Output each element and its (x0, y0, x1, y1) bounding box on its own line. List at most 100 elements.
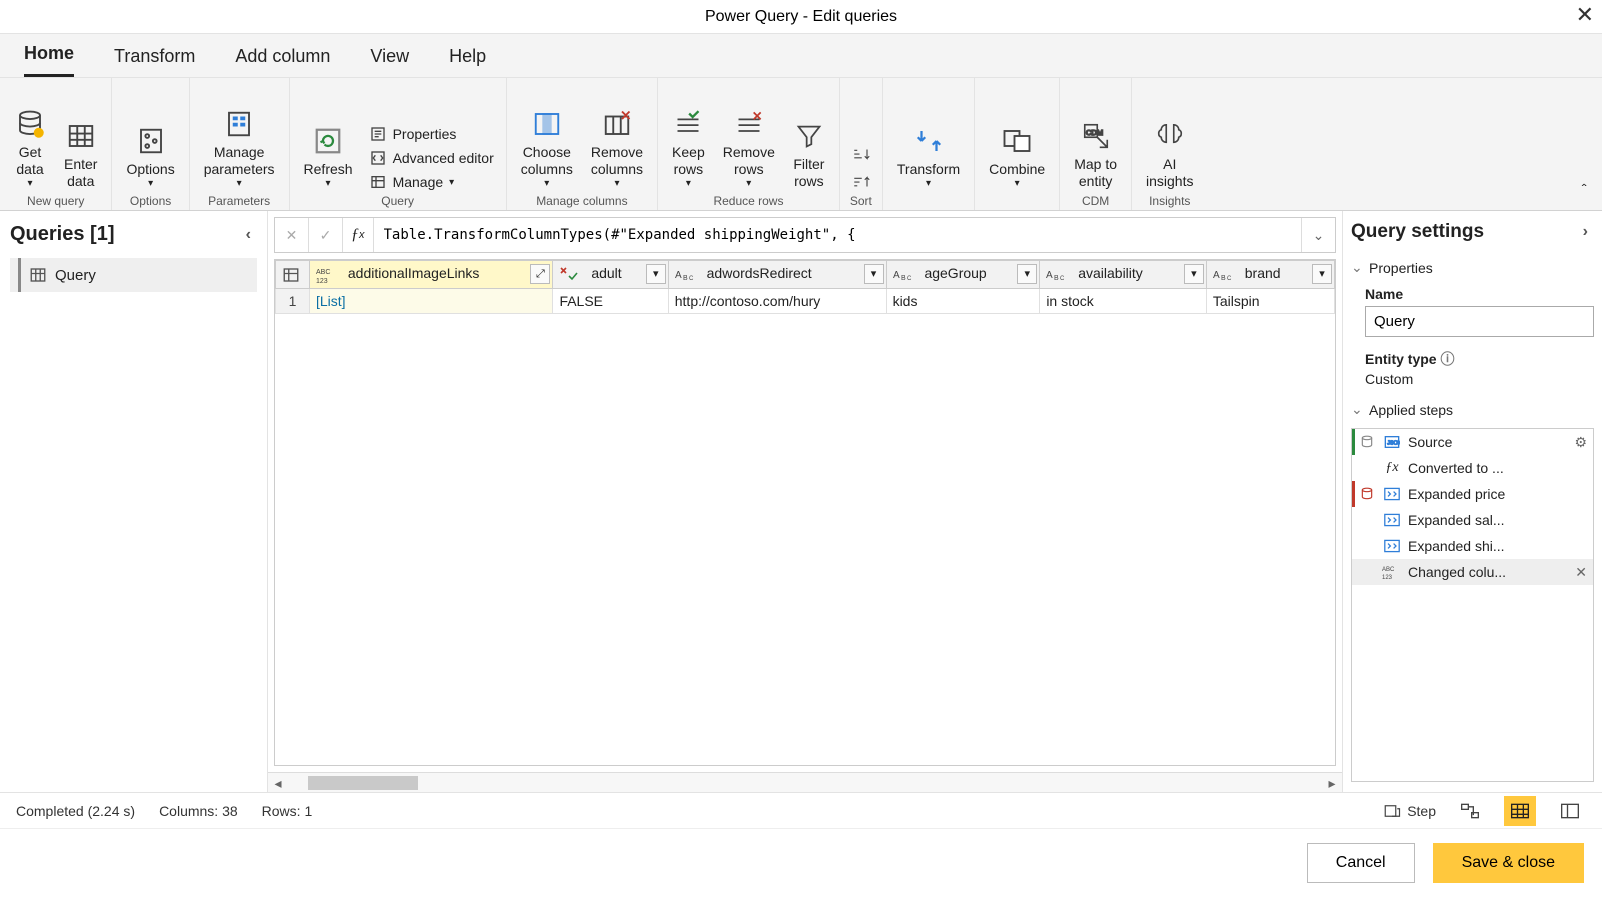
table-icon (65, 120, 97, 152)
cancel-button[interactable]: Cancel (1307, 843, 1415, 883)
center-area: ✕ ✓ ƒx ⌄ ABC123 additionalImageLinks ⤢ a… (268, 211, 1342, 792)
tab-help[interactable]: Help (449, 46, 486, 77)
scroll-left-button[interactable]: ◂ (268, 773, 288, 792)
step-label: Expanded shi... (1408, 538, 1505, 554)
database-icon (1358, 433, 1376, 451)
column-header[interactable]: ABC adwordsRedirect ▾ (668, 261, 886, 289)
query-list-item[interactable]: Query (10, 258, 257, 292)
filter-rows-button[interactable]: Filter rows (789, 118, 829, 192)
svg-text:B: B (901, 275, 906, 282)
column-header[interactable]: ABC availability ▾ (1040, 261, 1207, 289)
step-item[interactable]: Expanded sal... (1352, 507, 1593, 533)
step-item[interactable]: Expanded shi... (1352, 533, 1593, 559)
remove-rows-button[interactable]: Remove rows▾ (719, 106, 779, 192)
column-filter-button[interactable]: ▾ (1017, 264, 1037, 284)
tab-view[interactable]: View (370, 46, 409, 77)
info-icon[interactable]: ⓘ (1440, 351, 1454, 367)
step-item[interactable]: ƒx Converted to ... (1352, 455, 1593, 481)
group-label: CDM (1082, 194, 1109, 208)
choose-columns-button[interactable]: Choose columns▾ (517, 106, 577, 192)
refresh-button[interactable]: Refresh▾ (300, 123, 357, 192)
grid-view-button[interactable] (1504, 796, 1536, 826)
get-data-button[interactable]: Get data▾ (10, 106, 50, 192)
column-filter-button[interactable]: ▾ (1184, 264, 1204, 284)
collapse-queries-button[interactable]: ‹ (240, 224, 257, 246)
map-to-entity-button[interactable]: CDM Map to entity (1070, 118, 1121, 192)
formula-input[interactable] (374, 218, 1302, 252)
remove-columns-button[interactable]: Remove columns▾ (587, 106, 647, 192)
column-header[interactable]: ABC brand ▾ (1206, 261, 1334, 289)
ribbon-collapse-button[interactable]: ＾ (1576, 180, 1592, 204)
sort-desc-button[interactable] (850, 172, 872, 192)
advanced-editor-button[interactable]: Advanced editor (367, 148, 496, 168)
column-header[interactable]: ABC123 additionalImageLinks ⤢ (310, 261, 553, 289)
type-text-icon: ABC (893, 266, 917, 284)
scroll-right-button[interactable]: ▸ (1322, 773, 1342, 792)
keep-rows-button[interactable]: Keep rows▾ (668, 106, 709, 192)
properties-toggle[interactable]: ⌄ (1351, 259, 1363, 276)
properties-button[interactable]: Properties (367, 124, 496, 144)
formula-confirm-button[interactable]: ✓ (309, 218, 343, 252)
ribbon-group-cdm: CDM Map to entity CDM (1060, 78, 1132, 210)
group-label: Reduce rows (713, 194, 783, 208)
svg-text:C: C (689, 276, 694, 282)
sort-asc-button[interactable] (850, 144, 872, 164)
step-item[interactable]: Expanded price (1352, 481, 1593, 507)
tab-add-column[interactable]: Add column (235, 46, 330, 77)
ribbon-group-manage-columns: Choose columns▾ Remove columns▾ Manage c… (507, 78, 658, 210)
step-button[interactable]: Step (1383, 802, 1436, 820)
expand-column-button[interactable]: ⤢ (530, 264, 550, 284)
enter-data-button[interactable]: Enter data (60, 118, 101, 192)
database-icon (14, 108, 46, 140)
step-settings-button[interactable]: ⚙ (1574, 434, 1587, 451)
close-button[interactable]: ✕ (1576, 2, 1594, 28)
column-filter-button[interactable]: ▾ (864, 264, 884, 284)
collapse-settings-button[interactable]: › (1577, 221, 1594, 243)
step-item[interactable]: JSON Source ⚙ (1352, 429, 1593, 455)
formula-expand-button[interactable]: ⌄ (1301, 218, 1335, 252)
query-name-input[interactable] (1365, 306, 1594, 337)
status-columns: Columns: 38 (159, 803, 238, 819)
ai-insights-button[interactable]: AI insights (1142, 118, 1197, 192)
svg-text:CDM: CDM (1086, 128, 1103, 137)
manage-parameters-button[interactable]: Manage parameters▾ (200, 106, 279, 192)
delete-step-button[interactable]: ✕ (1575, 564, 1587, 581)
cell[interactable]: in stock (1040, 289, 1207, 314)
tab-home[interactable]: Home (24, 43, 74, 77)
column-header[interactable]: adult ▾ (553, 261, 668, 289)
horizontal-scrollbar[interactable]: ◂ ▸ (268, 772, 1342, 792)
column-filter-button[interactable]: ▾ (1312, 264, 1332, 284)
ribbon: Get data▾ Enter data New query Options▾ … (0, 78, 1602, 211)
data-grid[interactable]: ABC123 additionalImageLinks ⤢ adult ▾ AB… (274, 259, 1336, 766)
step-item[interactable]: ABC123 Changed colu... ✕ (1352, 559, 1593, 585)
scroll-thumb[interactable] (308, 776, 418, 790)
column-filter-button[interactable]: ▾ (646, 264, 666, 284)
manage-button[interactable]: Manage ▾ (367, 172, 496, 192)
database-icon (1358, 485, 1376, 503)
table-corner[interactable] (276, 261, 310, 289)
name-label: Name (1365, 286, 1594, 302)
diagram-view-button[interactable] (1454, 796, 1486, 826)
step-label: Changed colu... (1408, 564, 1506, 580)
schema-view-button[interactable] (1554, 796, 1586, 826)
steps-toggle[interactable]: ⌄ (1351, 401, 1363, 418)
save-close-button[interactable]: Save & close (1433, 843, 1584, 883)
svg-text:123: 123 (1382, 575, 1393, 580)
combine-button[interactable]: Combine▾ (985, 123, 1049, 192)
table-row[interactable]: 1 [List] FALSE http://contoso.com/hury k… (276, 289, 1335, 314)
cell[interactable]: kids (886, 289, 1040, 314)
transform-button[interactable]: Transform▾ (893, 123, 964, 192)
options-button[interactable]: Options▾ (122, 123, 178, 192)
cell[interactable]: FALSE (553, 289, 668, 314)
cell[interactable]: http://contoso.com/hury (668, 289, 886, 314)
group-label: Manage columns (536, 194, 627, 208)
tab-transform[interactable]: Transform (114, 46, 195, 77)
column-header[interactable]: ABC ageGroup ▾ (886, 261, 1040, 289)
remove-rows-icon (733, 108, 765, 140)
svg-text:A: A (1213, 270, 1220, 281)
footer: Cancel Save & close (0, 828, 1602, 896)
list-link[interactable]: [List] (316, 293, 346, 309)
formula-cancel-button[interactable]: ✕ (275, 218, 309, 252)
queries-pane: Queries [1] ‹ Query (0, 211, 268, 792)
cell[interactable]: Tailspin (1206, 289, 1334, 314)
